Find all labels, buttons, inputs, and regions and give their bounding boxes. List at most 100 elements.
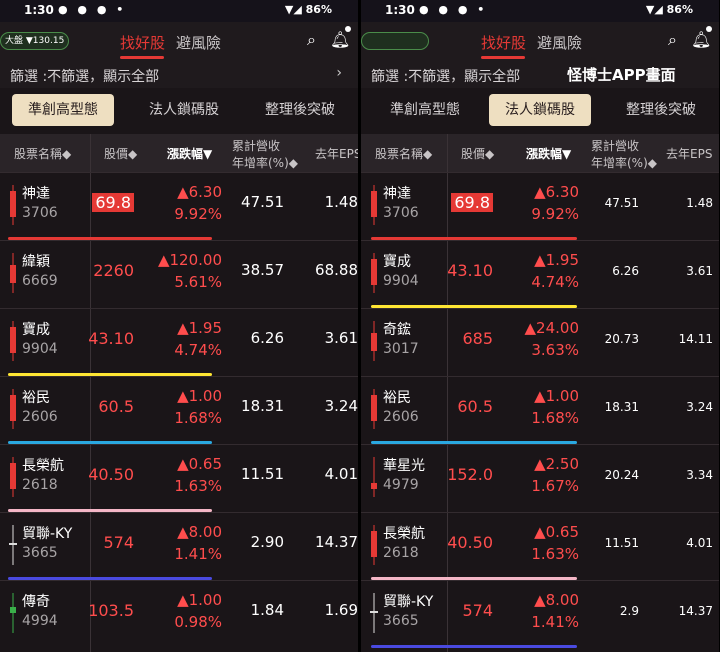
table-row[interactable]: 裕民 2606 60.5 ▲1.00 1.68% 18.31 3.24	[0, 376, 358, 445]
table-row[interactable]: 寶成 9904 43.10 ▲1.95 4.74% 6.26 3.61	[0, 308, 358, 377]
table-row[interactable]: 神達 3706 69.8 ▲6.30 9.92% 47.51 1.48	[361, 172, 719, 241]
col-eps-header[interactable]: 去年EPS	[666, 145, 712, 162]
stock-code: 2606	[383, 409, 419, 425]
last-year-eps: 4.01	[324, 465, 358, 483]
stock-change: ▲1.00	[177, 591, 222, 609]
candlestick-icon	[370, 389, 378, 429]
last-year-eps: 3.34	[686, 468, 713, 482]
table-row[interactable]: 緯穎 6669 2260 ▲120.00 5.61% 38.57 68.88	[0, 240, 358, 309]
stock-code: 3706	[383, 205, 419, 221]
tab-find-stocks[interactable]: 找好股	[481, 32, 526, 53]
stock-change: ▲120.00	[157, 251, 222, 269]
stock-code: 9904	[383, 273, 419, 289]
stock-code: 6669	[22, 273, 58, 289]
col-rev-label2: 年增率(%)	[232, 156, 289, 170]
segment-institutional[interactable]: 法人鎖碼股	[136, 94, 232, 126]
col-price-label: 股價	[104, 147, 129, 161]
filter-bar[interactable]: 篩選 :不篩選，顯示全部 ›	[0, 62, 358, 88]
col-change-header[interactable]: 漲跌幅▼	[526, 145, 571, 162]
table-row[interactable]: 長榮航 2618 40.50 ▲0.65 1.63% 11.51 4.01	[361, 512, 719, 581]
market-label: 大盤	[5, 36, 24, 46]
sort-icon: ◆	[62, 147, 72, 161]
revenue-growth: 11.51	[604, 536, 639, 550]
stock-name: 寶成	[22, 322, 50, 338]
stock-change: ▲6.30	[534, 183, 579, 201]
stock-code: 2618	[22, 477, 58, 493]
notification-icons: ● ● ● •	[419, 3, 488, 16]
stock-name: 長榮航	[22, 458, 64, 474]
tab-find-stocks[interactable]: 找好股	[120, 32, 165, 53]
table-row[interactable]: 華星光 4979 152.0 ▲2.50 1.67% 20.24 3.34	[361, 444, 719, 513]
col-name-header[interactable]: 股票名稱◆	[14, 145, 71, 162]
col-price-header[interactable]: 股價◆	[461, 145, 494, 162]
search-icon[interactable]: ⌕	[307, 30, 316, 50]
last-year-eps: 1.69	[324, 601, 358, 619]
segment-new-high[interactable]: 準創高型態	[377, 94, 473, 126]
filter-bar[interactable]: 篩選 :不篩選，顯示全部 怪博士APP畫面	[361, 62, 719, 88]
stock-price: 69.8	[451, 193, 493, 212]
candlestick-icon	[9, 525, 17, 565]
table-row[interactable]: 奇鋐 3017 685 ▲24.00 3.63% 20.73 14.11	[361, 308, 719, 377]
tab-avoid-risk[interactable]: 避風險	[176, 32, 221, 53]
status-time: 1:30	[24, 3, 54, 17]
stock-price: 40.50	[88, 465, 134, 484]
status-bar: 1:30 ● ● ● • ▼◢ 86%	[0, 0, 358, 22]
col-rev-header[interactable]: 累計營收 年增率(%)◆	[232, 137, 298, 171]
stock-name: 貿聯-KY	[383, 594, 434, 610]
stock-price: 60.5	[98, 397, 134, 416]
segment-control: 準創高型態 法人鎖碼股 整理後突破	[0, 94, 358, 128]
tab-active-indicator	[120, 56, 164, 59]
revenue-growth: 47.51	[241, 193, 284, 211]
status-bar: 1:30 ● ● ● • ▼◢ 86%	[361, 0, 719, 22]
col-name-header[interactable]: 股票名稱◆	[375, 145, 432, 162]
table-row[interactable]: 貿聯-KY 3665 574 ▲8.00 1.41% 2.90 14.37	[0, 512, 358, 581]
sort-icon: ◆	[647, 156, 658, 170]
stock-change-pct: 1.41%	[174, 545, 222, 563]
table-row[interactable]: 裕民 2606 60.5 ▲1.00 1.68% 18.31 3.24	[361, 376, 719, 445]
stock-change-pct: 1.67%	[531, 477, 579, 495]
segment-institutional[interactable]: 法人鎖碼股	[489, 94, 591, 126]
col-rev-header[interactable]: 累計營收 年增率(%)◆	[591, 137, 657, 171]
stock-code: 4979	[383, 477, 419, 493]
bell-icon[interactable]: 🔔︎	[691, 30, 711, 49]
col-price-header[interactable]: 股價◆	[104, 145, 137, 162]
candlestick-icon	[370, 525, 378, 565]
table-row[interactable]: 長榮航 2618 40.50 ▲0.65 1.63% 11.51 4.01	[0, 444, 358, 513]
last-year-eps: 1.48	[686, 196, 713, 210]
col-change-header[interactable]: 漲跌幅▼	[167, 145, 212, 162]
table-row[interactable]: 傳奇 4994 103.5 ▲1.00 0.98% 1.84 1.69	[0, 580, 358, 649]
bell-icon[interactable]: 🔔︎	[330, 30, 350, 49]
table-row[interactable]: 貿聯-KY 3665 574 ▲8.00 1.41% 2.9 14.37	[361, 580, 719, 649]
highlight-underline	[371, 645, 577, 648]
revenue-growth: 2.9	[619, 604, 639, 618]
revenue-growth: 18.31	[604, 400, 639, 414]
last-year-eps: 68.88	[315, 261, 358, 279]
table-row[interactable]: 神達 3706 69.8 ▲6.30 9.92% 47.51 1.48	[0, 172, 358, 241]
table-row[interactable]: 寶成 9904 43.10 ▲1.95 4.74% 6.26 3.61	[361, 240, 719, 309]
candlestick-icon	[9, 185, 17, 225]
app-header: 大盤 ▼130.15 找好股 避風險 ⌕ 🔔︎	[0, 22, 358, 62]
candlestick-icon	[9, 593, 17, 633]
left-screen: 1:30 ● ● ● • ▼◢ 86% 大盤 ▼130.15 找好股 避風險 ⌕…	[0, 0, 358, 652]
search-icon[interactable]: ⌕	[668, 30, 677, 50]
segment-breakout[interactable]: 整理後突破	[613, 94, 709, 126]
market-index-badge[interactable]	[361, 32, 429, 50]
stock-code: 3665	[383, 613, 419, 629]
chevron-right-icon: ›	[336, 65, 342, 81]
segment-breakout[interactable]: 整理後突破	[252, 94, 348, 126]
last-year-eps: 3.24	[686, 400, 713, 414]
stock-price: 574	[462, 601, 493, 620]
tab-avoid-risk[interactable]: 避風險	[537, 32, 582, 53]
segment-new-high[interactable]: 準創高型態	[12, 94, 114, 126]
col-name-label: 股票名稱	[375, 147, 424, 161]
col-price-label: 股價	[461, 147, 486, 161]
stock-change: ▲6.30	[177, 183, 222, 201]
notification-dot	[706, 26, 712, 32]
stock-change-pct: 9.92%	[174, 205, 222, 223]
col-eps-header[interactable]: 去年EPS	[315, 145, 358, 162]
stock-name: 神達	[383, 186, 411, 202]
sort-icon: ◆	[128, 147, 138, 161]
stock-change: ▲1.00	[534, 387, 579, 405]
stock-price: 103.5	[88, 601, 134, 620]
market-index-badge[interactable]: 大盤 ▼130.15	[0, 32, 70, 50]
